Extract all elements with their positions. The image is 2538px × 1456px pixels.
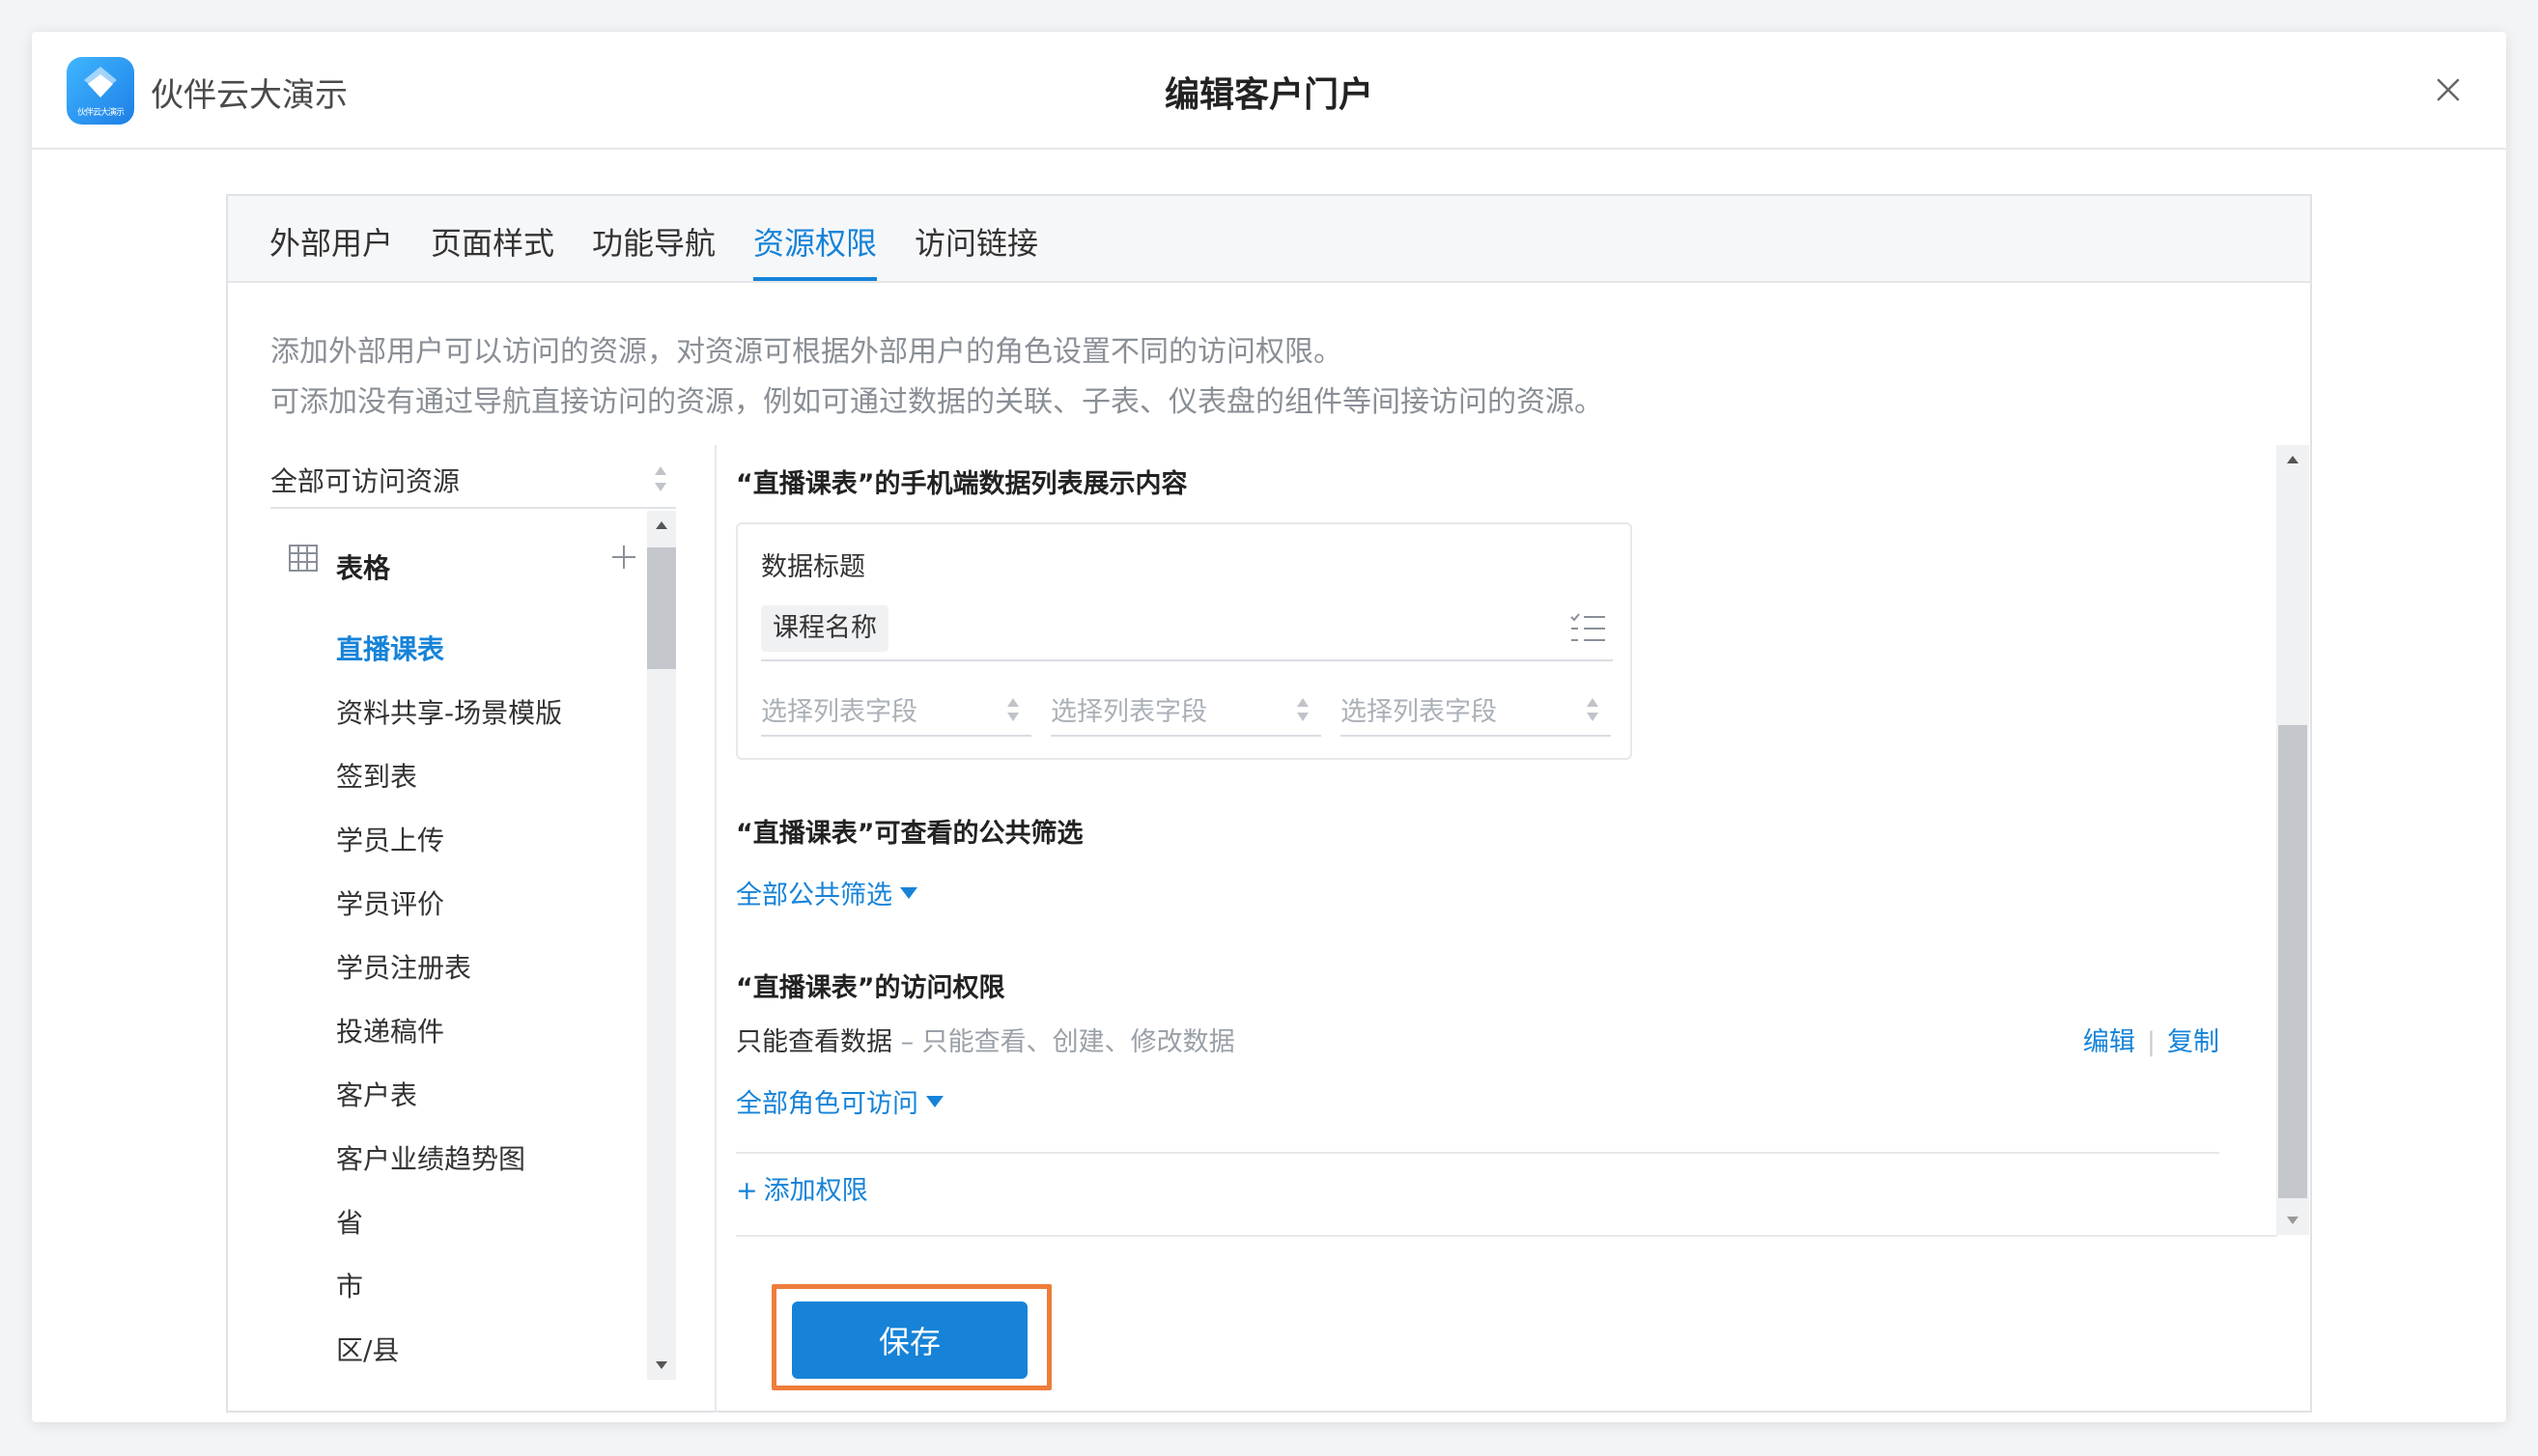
resource-config: “直播课表”的手机端数据列表展示内容 数据标题 课程名称 选择列表字段 选择列表… [736,445,2310,1218]
access-permission-title: “直播课表”的访问权限 [736,973,1005,1003]
table-icon [289,545,318,572]
permission-row: 只能查看数据 – 只能查看、创建、修改数据 编辑 | 复制 [736,1021,2219,1063]
permission-main: 只能查看数据 [736,1027,892,1057]
public-filter-label: 全部公共筛选 [736,881,892,910]
column-divider [715,445,717,1413]
config-scrollbar[interactable] [2276,445,2309,1235]
tree-item-submissions[interactable]: 投递稿件 [336,1011,444,1050]
permission-actions: 编辑 | 复制 [2083,1021,2219,1058]
mobile-display-card: 数据标题 课程名称 选择列表字段 选择列表字段 选择列表字段 [736,522,1632,760]
tree-group-tables[interactable]: 表格 [270,540,647,588]
tree-scroll-thumb[interactable] [647,547,676,669]
tree-item-student-registration[interactable]: 学员注册表 [336,947,471,986]
data-title-label: 数据标题 [761,552,865,582]
dialog-title: 编辑客户门户 [1164,75,1373,115]
add-permission-button[interactable]: + 添加权限 [736,1169,868,1207]
list-field-placeholder-3: 选择列表字段 [1340,697,1497,727]
tab-bar: 外部用户 页面样式 功能导航 资源权限 访问链接 [228,196,2310,283]
caret-down-icon [900,886,917,899]
footer-divider [736,1235,2277,1237]
description: 添加外部用户可以访问的资源，对资源可根据外部用户的角色设置不同的访问权限。 可添… [270,327,1603,428]
list-field-select-2[interactable]: 选择列表字段 [1051,683,1321,737]
copy-permission-link[interactable]: 复制 [2167,1027,2219,1057]
tree-item-county[interactable]: 区/县 [336,1330,399,1368]
tree-item-resource-share[interactable]: 资料共享-场景模版 [336,692,562,731]
list-field-placeholder-1: 选择列表字段 [761,697,917,727]
settings-panel: 外部用户 页面样式 功能导航 资源权限 访问链接 添加外部用户可以访问的资源，对… [226,194,2312,1413]
roles-label: 全部角色可访问 [736,1089,918,1119]
list-field-select-3[interactable]: 选择列表字段 [1340,683,1611,737]
description-line-2: 可添加没有通过导航直接访问的资源，例如可通过数据的关联、子表、仪表盘的组件等间接… [270,385,1603,419]
sort-arrows-icon [1297,698,1309,721]
permission-divider [736,1152,2219,1154]
scroll-down-icon[interactable] [655,1360,668,1370]
tree-group-label: 表格 [336,552,391,584]
sort-arrows-icon [1587,698,1598,721]
description-line-1: 添加外部用户可以访问的资源，对资源可根据外部用户的角色设置不同的访问权限。 [270,335,1342,369]
add-resource-icon[interactable] [608,542,639,573]
tab-external-users[interactable]: 外部用户 [269,219,393,281]
scroll-up-icon[interactable] [655,520,668,530]
resource-sidebar: 全部可访问资源 表格 直播课表 资料共享-场景模版 签到表 学员上传 学员评价 … [270,445,676,1411]
plus-icon: + [736,1176,758,1206]
dialog-header: 伙伴云大演示 伙伴云大演示 编辑客户门户 [32,32,2506,150]
tree-item-province[interactable]: 省 [336,1202,363,1241]
tree-item-customers[interactable]: 客户表 [336,1075,417,1113]
permission-description: 只能查看数据 – 只能查看、创建、修改数据 [736,1021,1235,1058]
add-permission-label: 添加权限 [763,1176,868,1206]
resource-filter-select[interactable]: 全部可访问资源 [270,445,676,509]
tree-item-student-upload[interactable]: 学员上传 [336,820,444,858]
tab-access-links[interactable]: 访问链接 [915,219,1038,281]
public-filter-title: “直播课表”可查看的公共筛选 [736,819,1084,849]
close-icon [2437,78,2460,101]
list-field-placeholder-2: 选择列表字段 [1051,697,1207,727]
list-field-select-1[interactable]: 选择列表字段 [761,683,1031,737]
scroll-up-icon[interactable] [2286,455,2299,464]
tab-page-style[interactable]: 页面样式 [431,219,554,281]
edit-permission-link[interactable]: 编辑 [2083,1027,2135,1057]
sort-arrows-icon [655,466,666,491]
title-field-chip[interactable]: 课程名称 [761,605,888,652]
permission-sub: – 只能查看、创建、修改数据 [892,1027,1235,1057]
resource-tree: 表格 直播课表 资料共享-场景模版 签到表 学员上传 学员评价 学员注册表 投递… [270,511,676,1380]
data-title-field[interactable]: 课程名称 [761,600,1613,661]
save-button[interactable]: 保存 [792,1302,1028,1379]
tab-feature-navigation[interactable]: 功能导航 [592,219,716,281]
scroll-down-icon[interactable] [2286,1216,2299,1225]
caret-down-icon [926,1095,944,1107]
sort-arrows-icon [1007,698,1019,721]
config-scroll-thumb[interactable] [2278,725,2307,1198]
tree-item-student-review[interactable]: 学员评价 [336,883,444,922]
close-button[interactable] [2429,70,2468,109]
field-list-icon[interactable] [1568,611,1607,646]
tree-scrollbar[interactable] [647,511,676,1380]
tree-item-performance-trend[interactable]: 客户业绩趋势图 [336,1138,525,1177]
tree-item-live-schedule[interactable]: 直播课表 [336,629,444,667]
portal-dialog: 伙伴云大演示 伙伴云大演示 编辑客户门户 外部用户 页面样式 功能导航 资源权限… [32,32,2506,1422]
roles-dropdown[interactable]: 全部角色可访问 [736,1082,944,1120]
tree-item-city[interactable]: 市 [336,1266,363,1304]
mobile-display-title: “直播课表”的手机端数据列表展示内容 [736,469,1188,499]
action-separator: | [2146,1027,2156,1057]
tab-resource-permissions[interactable]: 资源权限 [753,219,878,281]
public-filter-dropdown[interactable]: 全部公共筛选 [736,874,917,911]
tree-item-sign-in[interactable]: 签到表 [336,756,417,795]
resource-filter-value: 全部可访问资源 [270,465,461,497]
